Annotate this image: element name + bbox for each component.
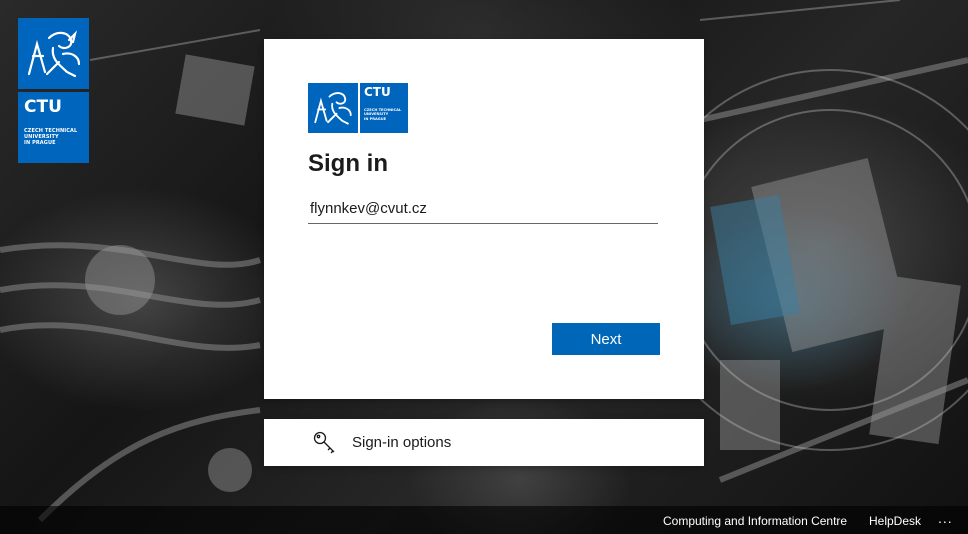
- card-ctu-logo: CTU CZECH TECHNICAL UNIVERSITY IN PRAGUE: [308, 83, 408, 133]
- footer-link-helpdesk[interactable]: HelpDesk: [869, 514, 921, 528]
- footer-bar: Computing and Information Centre HelpDes…: [0, 506, 968, 534]
- ctu-logo-word: CTU: [24, 97, 62, 117]
- page-title: Sign in: [308, 150, 388, 177]
- ctu-lion-emblem-icon: [18, 18, 89, 89]
- ctu-corner-logo: CTU CZECH TECHNICAL UNIVERSITY IN PRAGUE: [18, 18, 89, 163]
- card-lion-emblem-icon: [308, 83, 358, 133]
- key-icon: [312, 430, 338, 456]
- next-button[interactable]: Next: [552, 323, 660, 355]
- card-logo-subtitle: CZECH TECHNICAL UNIVERSITY IN PRAGUE: [364, 108, 402, 121]
- sign-in-options-label: Sign-in options: [352, 434, 452, 451]
- email-field[interactable]: [308, 193, 658, 224]
- footer-link-computing-centre[interactable]: Computing and Information Centre: [663, 514, 847, 528]
- card-ctu-wordmark: CTU CZECH TECHNICAL UNIVERSITY IN PRAGUE: [360, 83, 408, 133]
- sign-in-options-button[interactable]: Sign-in options: [264, 419, 704, 466]
- ctu-logo-subtitle: CZECH TECHNICAL UNIVERSITY IN PRAGUE: [24, 128, 78, 146]
- card-logo-word: CTU: [364, 85, 391, 99]
- more-options-button[interactable]: ...: [938, 510, 953, 526]
- ctu-wordmark: CTU CZECH TECHNICAL UNIVERSITY IN PRAGUE: [18, 92, 89, 163]
